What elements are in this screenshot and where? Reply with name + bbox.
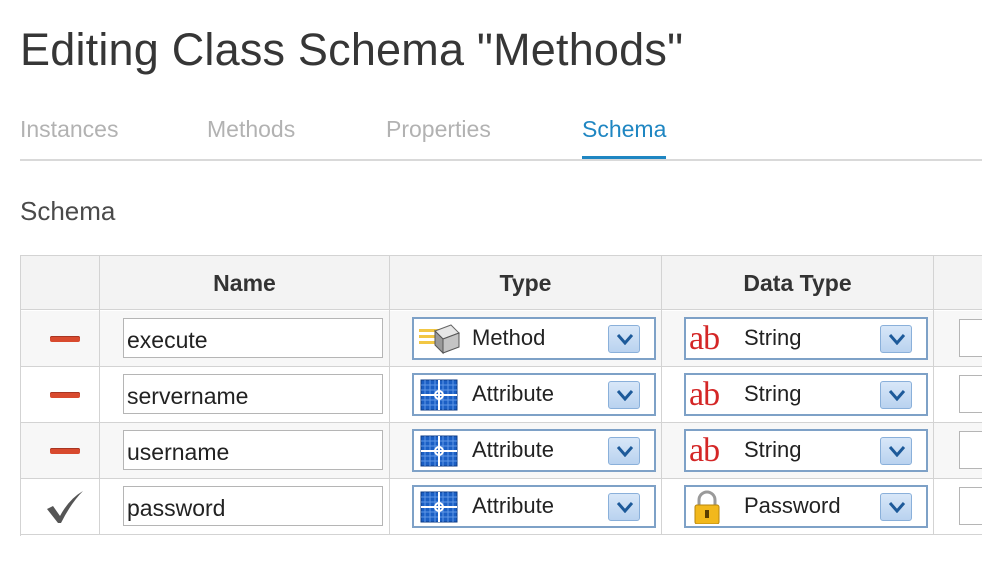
extra-field[interactable] [959,487,982,525]
table-row: Attribute ab String [21,367,982,423]
data-type-label: String [744,325,802,350]
string-ab-icon: ab [689,376,720,413]
remove-icon[interactable] [50,392,80,398]
name-field[interactable] [123,374,383,414]
type-label: Method [472,325,546,350]
data-type-label: Password [744,493,841,518]
string-ab-icon: ab [689,432,720,469]
remove-icon[interactable] [50,448,80,454]
data-type-select[interactable]: Password [684,485,928,528]
page-title: Editing Class Schema "Methods" [20,24,684,75]
chevron-down-icon[interactable] [608,493,640,521]
type-select[interactable]: Attribute [412,373,656,416]
type-select[interactable]: Attribute [412,485,656,528]
chevron-down-icon[interactable] [880,381,912,409]
data-type-label: String [744,381,802,406]
type-label: Attribute [472,437,554,462]
name-field[interactable] [123,430,383,470]
data-type-select[interactable]: ab String [684,373,928,416]
schema-table: Name Type Data Type execute Method ab St… [20,255,982,536]
table-row: Attribute Password [21,479,982,535]
chevron-down-icon[interactable] [880,325,912,353]
remove-icon[interactable] [50,336,80,342]
padlock-icon [694,490,720,524]
tab-properties[interactable]: Properties [386,116,491,143]
extra-field[interactable] [959,375,982,413]
string-ab-icon: ab [689,320,720,357]
tab-instances[interactable]: Instances [20,116,118,143]
data-type-select[interactable]: ab String [684,429,928,472]
chevron-down-icon[interactable] [608,381,640,409]
checkmark-icon[interactable] [45,489,85,525]
chevron-down-icon[interactable] [608,325,640,353]
type-select[interactable]: Method [412,317,656,360]
header-type: Type [390,256,662,311]
extra-field[interactable] [959,431,982,469]
type-label: Attribute [472,493,554,518]
name-field[interactable] [123,486,383,526]
table-row: Attribute ab String [21,423,982,479]
header-extra [934,256,982,311]
extra-field[interactable] [959,319,982,357]
header-data-type: Data Type [662,256,934,311]
tab-bar: Instances Methods Properties Schema [20,112,982,161]
tab-methods[interactable]: Methods [207,116,295,143]
data-type-label: String [744,437,802,462]
type-label: Attribute [472,381,554,406]
attribute-icon [420,379,458,411]
data-type-select[interactable]: ab String [684,317,928,360]
table-row: Method ab String [21,311,982,367]
header-name: Name [100,256,390,311]
attribute-icon [420,435,458,467]
attribute-icon [420,491,458,523]
table-header: Name Type Data Type [21,255,982,311]
type-select[interactable]: Attribute [412,429,656,472]
name-field[interactable] [123,318,383,358]
section-title: Schema [20,196,116,226]
chevron-down-icon[interactable] [880,493,912,521]
method-icon [419,324,460,355]
header-action [21,256,100,311]
chevron-down-icon[interactable] [608,437,640,465]
chevron-down-icon[interactable] [880,437,912,465]
tab-schema[interactable]: Schema [582,116,667,159]
